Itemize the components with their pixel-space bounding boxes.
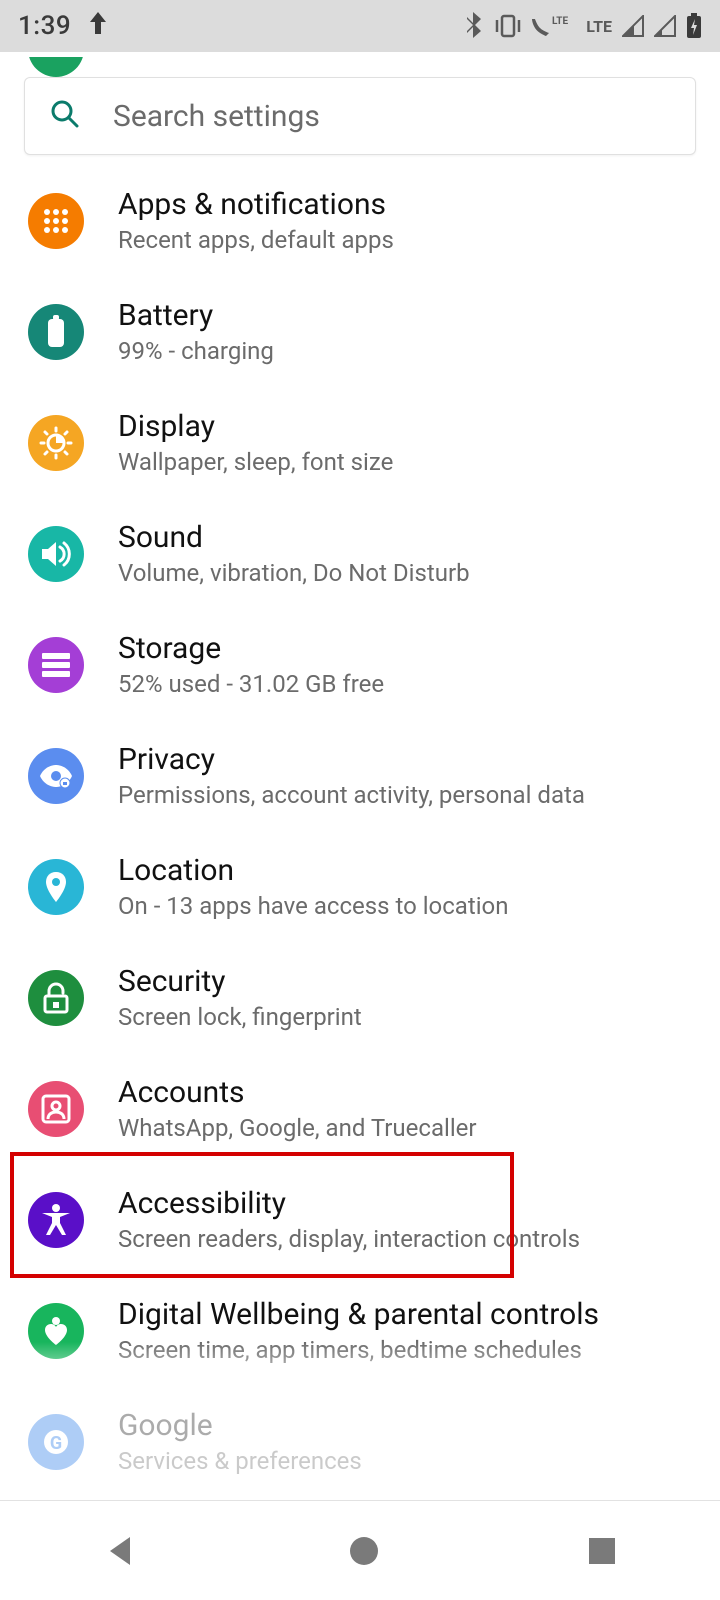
settings-item-title: Location	[118, 853, 509, 888]
search-icon	[49, 98, 81, 134]
settings-item-security[interactable]: Security Screen lock, fingerprint	[0, 942, 720, 1053]
wifi-calling-icon: LTE	[532, 14, 576, 38]
settings-item-sub: 99% - charging	[118, 337, 274, 365]
accounts-icon	[28, 1081, 84, 1137]
navigation-bar	[0, 1500, 720, 1600]
search-placeholder: Search settings	[113, 99, 320, 134]
settings-item-title: Accessibility	[118, 1186, 580, 1221]
settings-item-apps[interactable]: Apps & notifications Recent apps, defaul…	[0, 165, 720, 276]
settings-item-sub: Volume, vibration, Do Not Disturb	[118, 559, 470, 587]
settings-item-title: Sound	[118, 520, 470, 555]
security-icon	[28, 970, 84, 1026]
storage-icon	[28, 637, 84, 693]
settings-item-accounts[interactable]: Accounts WhatsApp, Google, and Truecalle…	[0, 1053, 720, 1164]
settings-item-title: Digital Wellbeing & parental controls	[118, 1297, 599, 1332]
settings-item-location[interactable]: Location On - 13 apps have access to loc…	[0, 831, 720, 942]
upload-icon	[87, 10, 109, 43]
nav-home-button[interactable]	[347, 1534, 381, 1568]
settings-item-wellbeing[interactable]: Digital Wellbeing & parental controls Sc…	[0, 1275, 720, 1386]
settings-item-sub: Permissions, account activity, personal …	[118, 781, 585, 809]
settings-list-peek	[0, 57, 720, 77]
settings-item-sub: 52% used - 31.02 GB free	[118, 670, 384, 698]
settings-item-title: Privacy	[118, 742, 585, 777]
status-bar: 1:39 LTE LTE	[0, 0, 720, 52]
signal-icon-2	[654, 15, 676, 37]
svg-text:G: G	[50, 1433, 62, 1454]
nav-recent-button[interactable]	[586, 1535, 618, 1567]
settings-item-title: Accounts	[118, 1075, 477, 1110]
settings-item-sound[interactable]: Sound Volume, vibration, Do Not Disturb	[0, 498, 720, 609]
settings-item-title: Display	[118, 409, 393, 444]
settings-item-accessibility[interactable]: Accessibility Screen readers, display, i…	[0, 1164, 720, 1275]
search-settings[interactable]: Search settings	[24, 77, 696, 155]
lte-label: LTE	[586, 17, 612, 36]
settings-item-sub: Recent apps, default apps	[118, 226, 394, 254]
wellbeing-icon	[28, 1303, 84, 1359]
settings-item-sub: Screen readers, display, interaction con…	[118, 1225, 580, 1253]
privacy-icon	[28, 748, 84, 804]
settings-item-sub: WhatsApp, Google, and Truecaller	[118, 1114, 477, 1142]
settings-item-battery[interactable]: Battery 99% - charging	[0, 276, 720, 387]
settings-item-sub: Screen time, app timers, bedtime schedul…	[118, 1336, 599, 1364]
settings-item-title: Google	[118, 1408, 362, 1443]
settings-item-title: Security	[118, 964, 362, 999]
status-clock: 1:39	[18, 11, 71, 41]
settings-list[interactable]: Search settings Apps & notifications Rec…	[0, 52, 720, 1492]
nav-back-button[interactable]	[102, 1531, 142, 1571]
display-icon	[28, 415, 84, 471]
settings-item-sub: Services & preferences	[118, 1447, 362, 1475]
apps-icon	[28, 193, 84, 249]
settings-item-title: Battery	[118, 298, 274, 333]
battery-charging-icon	[686, 13, 702, 39]
settings-item-privacy[interactable]: Privacy Permissions, account activity, p…	[0, 720, 720, 831]
google-icon: G	[28, 1414, 84, 1470]
settings-item-title: Storage	[118, 631, 384, 666]
battery-icon	[28, 304, 84, 360]
settings-item-title: Apps & notifications	[118, 187, 394, 222]
signal-icon-1	[622, 15, 644, 37]
settings-item-sub: Wallpaper, sleep, font size	[118, 448, 393, 476]
settings-item-sub: Screen lock, fingerprint	[118, 1003, 362, 1031]
svg-text:LTE: LTE	[552, 16, 568, 27]
settings-item-storage[interactable]: Storage 52% used - 31.02 GB free	[0, 609, 720, 720]
location-icon	[28, 859, 84, 915]
settings-item-display[interactable]: Display Wallpaper, sleep, font size	[0, 387, 720, 498]
settings-item-google[interactable]: G Google Services & preferences	[0, 1386, 720, 1492]
bluetooth-icon	[464, 11, 484, 41]
sound-icon	[28, 526, 84, 582]
settings-item-sub: On - 13 apps have access to location	[118, 892, 509, 920]
vibrate-icon	[494, 14, 522, 38]
accessibility-icon	[28, 1192, 84, 1248]
